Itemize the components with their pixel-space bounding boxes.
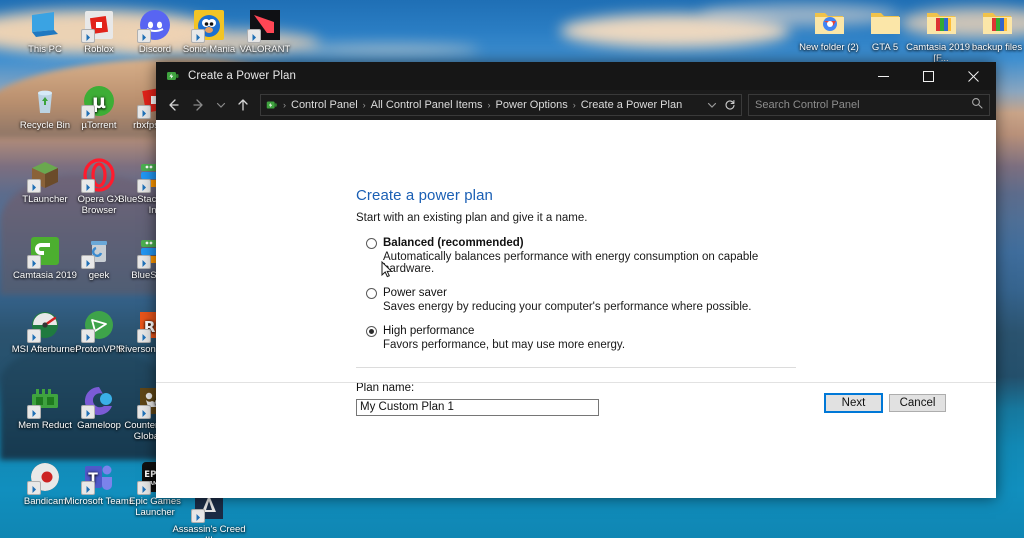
close-button[interactable] bbox=[951, 62, 996, 90]
window-controls bbox=[861, 62, 996, 90]
desktop-icon-backup-files[interactable]: backup files bbox=[960, 6, 1024, 54]
plan-option-label: High performance bbox=[383, 325, 475, 337]
breadcrumb-item-all-control-panel-items[interactable]: All Control Panel Items bbox=[367, 97, 487, 113]
next-button[interactable]: Next bbox=[824, 392, 883, 413]
desktop[interactable]: This PC Roblox Discord Sonic Mania VALORANT R… bbox=[0, 0, 1024, 538]
refresh-icon[interactable] bbox=[721, 92, 739, 118]
breadcrumb[interactable]: › Control Panel › All Control Panel Item… bbox=[260, 94, 742, 116]
plan-option-high-performance[interactable]: High performance Favors performance, but… bbox=[356, 325, 796, 351]
window-titlebar[interactable]: Create a Power Plan bbox=[156, 62, 996, 90]
breadcrumb-item-create-a-power-plan[interactable]: Create a Power Plan bbox=[577, 97, 687, 113]
wallpaper-cloud bbox=[560, 14, 790, 48]
folder-media-icon bbox=[980, 6, 1014, 40]
control-panel-icon bbox=[265, 98, 279, 112]
minecraft-icon bbox=[27, 158, 62, 193]
svg-text:T: T bbox=[88, 471, 98, 487]
plan-option-description: Favors performance, but may use more ene… bbox=[383, 339, 626, 351]
search-icon[interactable] bbox=[971, 96, 983, 114]
cancel-button[interactable]: Cancel bbox=[889, 393, 946, 412]
address-history-chevron-down-icon[interactable] bbox=[703, 92, 721, 118]
sonic-icon bbox=[191, 8, 226, 43]
breadcrumb-item-power-options[interactable]: Power Options bbox=[492, 97, 572, 113]
discord-icon bbox=[137, 8, 172, 43]
back-icon[interactable] bbox=[160, 92, 186, 118]
valorant-icon bbox=[247, 8, 282, 43]
breadcrumb-item-control-panel[interactable]: Control Panel bbox=[287, 97, 362, 113]
folder-media-icon bbox=[924, 6, 958, 40]
window-title: Create a Power Plan bbox=[188, 70, 297, 82]
maximize-button[interactable] bbox=[906, 62, 951, 90]
breadcrumb-end-controls bbox=[703, 92, 739, 118]
forward-icon[interactable] bbox=[186, 92, 212, 118]
gameloop-icon bbox=[81, 384, 116, 419]
folder-chrome-icon bbox=[812, 6, 846, 40]
roblox-icon bbox=[81, 8, 116, 43]
desktop-icon-label: backup files bbox=[971, 42, 1023, 53]
opera-gx-icon bbox=[81, 158, 116, 193]
navigation-toolbar[interactable]: › Control Panel › All Control Panel Item… bbox=[156, 90, 996, 120]
radio-balanced[interactable] bbox=[366, 238, 377, 249]
radio-power-saver[interactable] bbox=[366, 288, 377, 299]
page-title: Create a power plan bbox=[356, 187, 493, 204]
bandicam-icon bbox=[27, 460, 62, 495]
minimize-button[interactable] bbox=[861, 62, 906, 90]
window-content: Create a power plan Start with an existi… bbox=[156, 120, 996, 498]
geek-uninstaller-icon bbox=[81, 234, 116, 269]
svg-text:µ: µ bbox=[92, 91, 106, 113]
radio-high-performance[interactable] bbox=[366, 326, 377, 337]
recent-locations-chevron-down-icon[interactable] bbox=[212, 92, 230, 118]
msi-afterburner-icon bbox=[27, 308, 62, 343]
desktop-icon-label: VALORANT bbox=[239, 44, 291, 55]
camtasia-icon bbox=[27, 234, 62, 269]
plan-option-description: Saves energy by reducing your computer's… bbox=[383, 301, 752, 313]
wallpaper-cloud bbox=[300, 44, 480, 56]
plan-option-description: Automatically balances performance with … bbox=[383, 251, 759, 275]
create-power-plan-window[interactable]: Create a Power Plan › Control Panel › Al… bbox=[156, 62, 996, 498]
plan-option-balanced[interactable]: Balanced (recommended) Automatically bal… bbox=[356, 237, 796, 275]
recycle-bin-icon bbox=[28, 84, 62, 118]
search-input[interactable]: Search Control Panel bbox=[755, 99, 971, 111]
folder-icon bbox=[868, 6, 902, 40]
section-divider bbox=[356, 367, 796, 368]
plan-option-label: Power saver bbox=[383, 287, 447, 299]
protonvpn-icon bbox=[81, 308, 116, 343]
utorrent-icon: µ bbox=[81, 84, 116, 119]
dialog-footer: Next Cancel bbox=[156, 382, 996, 422]
power-plan-icon bbox=[165, 68, 181, 84]
desktop-icon-valorant[interactable]: VALORANT bbox=[228, 8, 302, 56]
desktop-icon-label: Assassin's Creed III bbox=[172, 524, 246, 538]
monitor-icon bbox=[28, 8, 62, 42]
mem-reduct-icon bbox=[27, 384, 62, 419]
plan-option-power-saver[interactable]: Power saver Saves energy by reducing you… bbox=[356, 287, 796, 313]
plan-option-label: Balanced (recommended) bbox=[383, 237, 524, 249]
search-control-panel-box[interactable]: Search Control Panel bbox=[748, 94, 990, 116]
page-subtitle: Start with an existing plan and give it … bbox=[356, 212, 588, 224]
teams-icon: T bbox=[81, 460, 116, 495]
up-icon[interactable] bbox=[230, 92, 256, 118]
